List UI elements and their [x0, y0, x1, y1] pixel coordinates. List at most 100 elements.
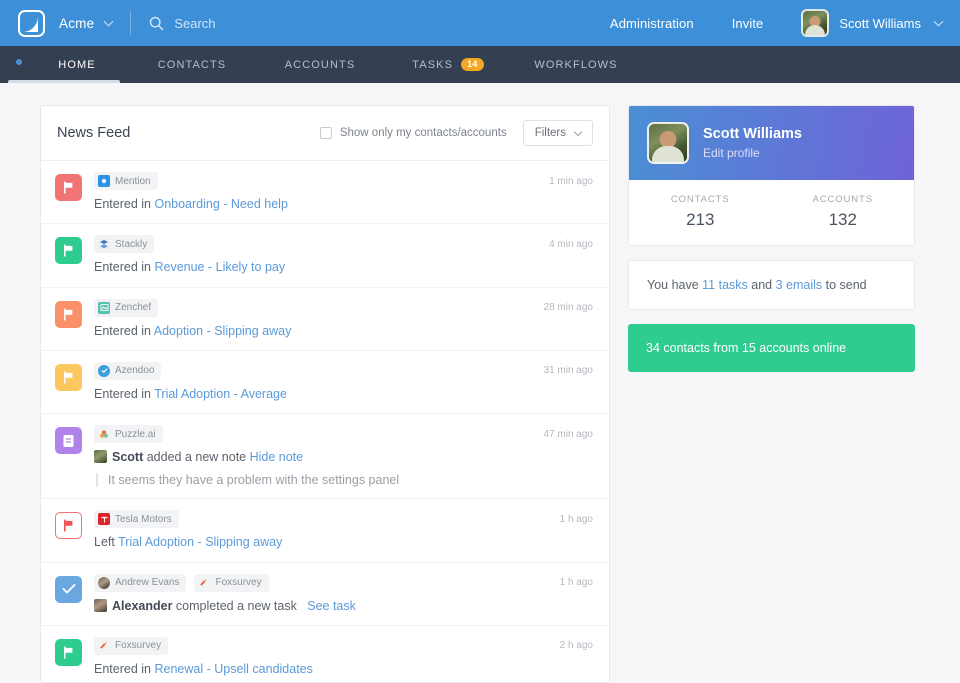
tasks-link[interactable]: 11 tasks	[702, 278, 748, 292]
nav-item-workflows[interactable]: WORKFLOWS	[512, 46, 640, 83]
feed-item-prefix: Entered in	[94, 386, 155, 401]
feed-item-text: Entered in Renewal - Upsell candidates	[94, 661, 593, 677]
stat-value: 132	[828, 210, 857, 229]
filters-button[interactable]: Filters	[522, 120, 593, 146]
feed-item-link[interactable]: Adoption - Slipping away	[154, 324, 292, 338]
entity-chip-label: Azendoo	[115, 365, 155, 377]
profile-header: Scott Williams Edit profile	[629, 106, 914, 180]
search-icon	[150, 16, 164, 30]
sidebar-column: Scott Williams Edit profile CONTACTS 213…	[628, 105, 915, 683]
nav-item-label: HOME	[58, 58, 96, 71]
checkbox-box[interactable]	[319, 127, 332, 139]
feed-item-body: Mention 1 min ago Entered in Onboarding - …	[94, 172, 593, 212]
feed-item[interactable]: Zenchef 28 min ago Entered in Adoption - S…	[41, 288, 609, 351]
andrew-avatar-icon	[98, 576, 110, 589]
acme-logo-icon[interactable]	[18, 9, 45, 37]
nav-item-contacts[interactable]: CONTACTS	[128, 46, 256, 83]
feed-item-link[interactable]: See task	[307, 599, 356, 613]
entity-chip[interactable]: Azendoo	[94, 361, 162, 380]
divider	[130, 11, 132, 35]
search-box[interactable]	[149, 15, 395, 31]
feed-item[interactable]: Andrew Evans Foxsurvey 1 h ago Alexander co…	[41, 563, 609, 626]
puzzle-logo-icon	[98, 428, 110, 440]
nav-item-label: TASKS	[412, 58, 454, 71]
feed-item-text: Left Trial Adoption - Slipping away	[94, 534, 593, 550]
feed-item-body: Stackly 4 min ago Entered in Revenue - Lik…	[94, 235, 593, 275]
feed-item-link[interactable]: Onboarding - Need help	[154, 197, 287, 211]
chevron-down-icon	[573, 127, 583, 136]
feed-item[interactable]: Mention 1 min ago Entered in Onboarding - …	[41, 161, 609, 225]
timestamp: 1 min ago	[549, 175, 593, 187]
feed-item-link[interactable]: Hide note	[250, 450, 304, 464]
check-icon	[55, 575, 82, 603]
entity-chip[interactable]: Andrew Evans	[94, 573, 187, 592]
main-nav: HOME CONTACTS ACCOUNTS TASKS 14 WORKFLOWS	[0, 46, 960, 83]
flag-icon	[55, 174, 82, 201]
nav-item-label: CONTACTS	[157, 58, 227, 71]
checkbox-label: Show only my contacts/accounts	[339, 127, 507, 139]
invite-link[interactable]: Invite	[732, 16, 764, 31]
avatar	[94, 450, 107, 463]
entity-chip-label: Foxsurvey	[115, 640, 162, 652]
feed-item[interactable]: Tesla Motors 1 h ago Left Trial Adoption -…	[41, 499, 609, 563]
azendoo-logo-icon	[98, 364, 110, 377]
entity-chip[interactable]: Puzzle.ai	[94, 425, 163, 443]
nav-item-tasks[interactable]: TASKS 14	[384, 46, 512, 83]
brand-name[interactable]: Acme	[59, 16, 94, 31]
emails-link[interactable]: 3 emails	[776, 278, 823, 292]
foxsurvey-logo-icon	[98, 639, 110, 652]
user-menu[interactable]: Scott Williams	[801, 9, 944, 37]
note-text: It seems they have a problem with the se…	[96, 473, 593, 488]
entity-chip[interactable]: Stackly	[94, 235, 155, 254]
search-input[interactable]	[174, 15, 395, 31]
actor-name: Alexander	[112, 598, 173, 613]
entity-chip-label: Zenchef	[115, 302, 152, 313]
news-feed-header: News Feed Show only my contacts/accounts…	[41, 106, 609, 161]
foxsurvey-logo-icon	[198, 576, 211, 589]
online-contacts-banner[interactable]: 34 contacts from 15 accounts online	[628, 324, 915, 372]
stat-label: ACCOUNTS	[812, 194, 873, 205]
feed-item[interactable]: Foxsurvey 2 h ago Entered in Renewal - Ups…	[41, 626, 609, 682]
page-title: News Feed	[57, 125, 131, 141]
feed-item-link[interactable]: Renewal - Upsell candidates	[154, 662, 312, 676]
feed-item-header: Andrew Evans Foxsurvey 1 h ago	[94, 573, 593, 592]
feed-item-prefix: added a new note	[143, 450, 250, 464]
feed-item[interactable]: Stackly 4 min ago Entered in Revenue - Lik…	[41, 224, 609, 288]
edit-profile-link[interactable]: Edit profile	[703, 146, 802, 160]
feed-item-link[interactable]: Trial Adoption - Average	[154, 387, 287, 401]
feed-item-text: Entered in Adoption - Slipping away	[94, 323, 593, 339]
feed-item-body: Zenchef 28 min ago Entered in Adoption - S…	[94, 298, 593, 339]
timestamp: 28 min ago	[543, 302, 593, 313]
page-content: News Feed Show only my contacts/accounts…	[0, 83, 960, 683]
entity-chip[interactable]: Zenchef	[94, 298, 159, 317]
entity-chip-label: Foxsurvey	[215, 577, 262, 588]
feed-item-prefix: Entered in	[94, 197, 155, 211]
nav-item-home[interactable]: HOME	[0, 46, 128, 83]
news-feed-card: News Feed Show only my contacts/accounts…	[40, 105, 610, 683]
filters-label: Filters	[534, 127, 566, 139]
feed-item-link[interactable]: Revenue - Likely to pay	[154, 260, 285, 274]
entity-chip[interactable]: Mention	[94, 172, 158, 190]
flag-icon	[55, 512, 82, 540]
feed-item[interactable]: Azendoo 31 min ago Entered in Trial Adopti…	[41, 351, 609, 414]
timestamp: 31 min ago	[543, 365, 593, 377]
nav-item-label: ACCOUNTS	[284, 58, 356, 71]
top-bar-right: Administration Invite Scott Williams	[610, 9, 944, 37]
nav-item-accounts[interactable]: ACCOUNTS	[256, 46, 384, 83]
entity-chip[interactable]: Tesla Motors	[94, 510, 179, 529]
flag-icon	[55, 363, 82, 391]
chevron-down-icon[interactable]	[103, 16, 114, 27]
entity-chip[interactable]: Foxsurvey	[194, 573, 269, 592]
feed-item-prefix: Left	[94, 535, 119, 550]
feed-item-link[interactable]: Trial Adoption - Slipping away	[118, 535, 282, 549]
feed-item-prefix: Entered in	[94, 661, 155, 676]
feed-item[interactable]: Puzzle.ai 47 min ago Scott added a new not…	[41, 414, 609, 500]
show-only-mine-checkbox[interactable]: Show only my contacts/accounts	[319, 127, 507, 139]
profile-name: Scott Williams	[703, 126, 802, 142]
entity-chip[interactable]: Foxsurvey	[94, 636, 169, 655]
avatar	[647, 122, 689, 164]
feed-item-header: Tesla Motors 1 h ago	[94, 510, 593, 529]
timestamp: 2 h ago	[559, 640, 593, 652]
chevron-down-icon[interactable]	[933, 16, 944, 27]
administration-link[interactable]: Administration	[610, 16, 694, 31]
